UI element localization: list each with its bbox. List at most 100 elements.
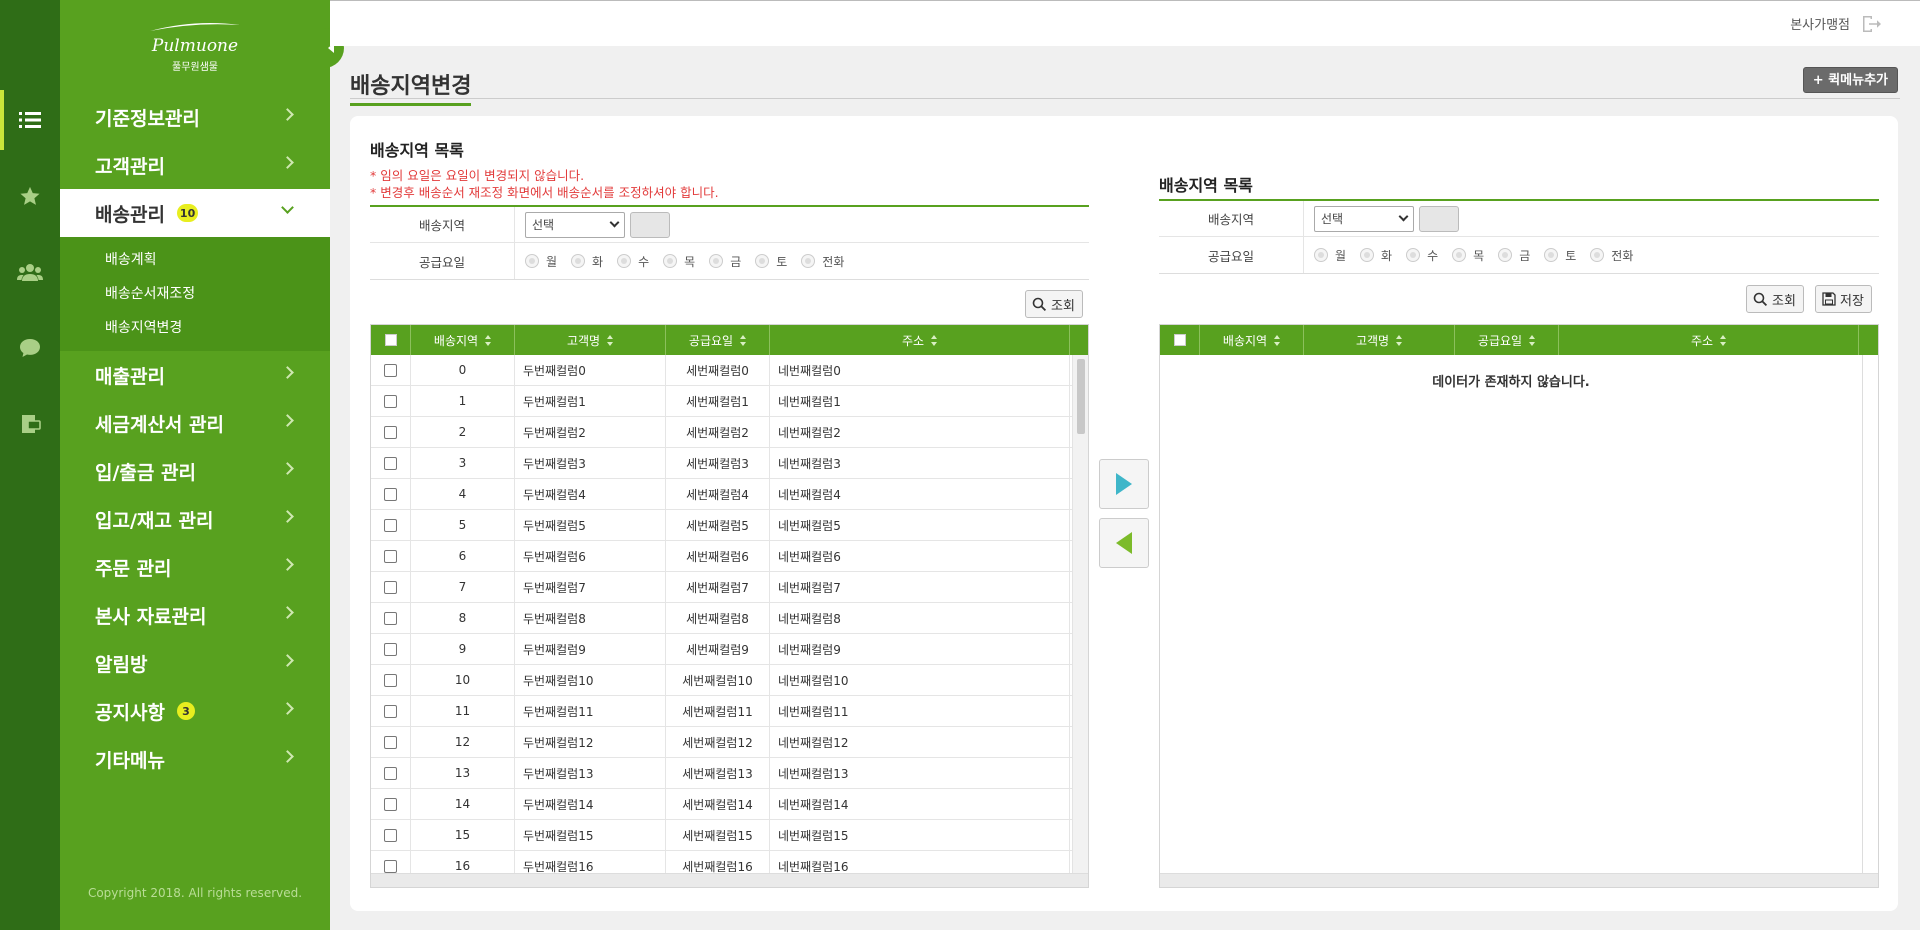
select-all-checkbox[interactable]: [1160, 325, 1200, 355]
radio-fri[interactable]: 금: [709, 253, 741, 270]
table-row[interactable]: 3 두번째컬럼3 세번째컬럼3 네번째컬럼3: [371, 448, 1088, 479]
row-checkbox[interactable]: [371, 355, 411, 385]
radio-wed[interactable]: 수: [617, 253, 649, 270]
row-checkbox[interactable]: [371, 634, 411, 664]
row-checkbox[interactable]: [371, 820, 411, 850]
row-checkbox[interactable]: [371, 696, 411, 726]
submenu-item-delivery-region-change[interactable]: 배송지역변경: [60, 311, 330, 345]
table-row[interactable]: 10 두번째컬럼10 세번째컬럼10 네번째컬럼10: [371, 665, 1088, 696]
menu-item-deposit-withdrawal[interactable]: 입/출금 관리: [60, 447, 330, 495]
radio-sat[interactable]: 토: [1544, 247, 1576, 264]
row-checkbox[interactable]: [371, 665, 411, 695]
horizontal-scrollbar[interactable]: [1160, 873, 1878, 887]
row-checkbox[interactable]: [371, 541, 411, 571]
menu-item-etc[interactable]: 기타메뉴: [60, 735, 330, 783]
checkbox-icon[interactable]: [384, 673, 397, 687]
save-button[interactable]: 저장: [1815, 285, 1872, 313]
checkbox-icon[interactable]: [384, 859, 397, 873]
list-icon[interactable]: [0, 90, 60, 150]
table-row[interactable]: 14 두번째컬럼14 세번째컬럼14 네번째컬럼14: [371, 789, 1088, 820]
row-checkbox[interactable]: [371, 479, 411, 509]
vertical-scrollbar[interactable]: [1862, 355, 1878, 873]
row-checkbox[interactable]: [371, 510, 411, 540]
region-select[interactable]: 선택: [1314, 205, 1414, 232]
star-icon[interactable]: [0, 166, 60, 226]
checkbox-icon[interactable]: [384, 363, 397, 377]
row-checkbox[interactable]: [371, 448, 411, 478]
radio-fri[interactable]: 금: [1498, 247, 1530, 264]
radio-phone[interactable]: 전화: [801, 253, 844, 270]
menu-item-master-data[interactable]: 기준정보관리: [60, 93, 330, 141]
checkbox-icon[interactable]: [384, 828, 397, 842]
column-header-region[interactable]: 배송지역: [411, 325, 515, 355]
table-row[interactable]: 0 두번째컬럼0 세번째컬럼0 네번째컬럼0: [371, 355, 1088, 386]
chat-icon[interactable]: [0, 318, 60, 378]
radio-wed[interactable]: 수: [1406, 247, 1438, 264]
menu-item-notifications[interactable]: 알림방: [60, 639, 330, 687]
column-header-address[interactable]: 주소: [1559, 325, 1859, 355]
table-row[interactable]: 9 두번째컬럼9 세번째컬럼9 네번째컬럼9: [371, 634, 1088, 665]
row-checkbox[interactable]: [371, 758, 411, 788]
submenu-item-delivery-reorder[interactable]: 배송순서재조정: [60, 277, 330, 311]
quick-menu-add-button[interactable]: + 퀵메뉴추가: [1802, 67, 1898, 93]
row-checkbox[interactable]: [371, 386, 411, 416]
move-right-button[interactable]: [1099, 459, 1149, 509]
store-name[interactable]: 본사가맹점: [1790, 14, 1850, 33]
checkbox-icon[interactable]: [384, 704, 397, 718]
table-row[interactable]: 15 두번째컬럼15 세번째컬럼15 네번째컬럼15: [371, 820, 1088, 851]
submenu-item-delivery-plan[interactable]: 배송계획: [60, 243, 330, 277]
column-header-supply-day[interactable]: 공급요일: [1455, 325, 1559, 355]
table-row[interactable]: 2 두번째컬럼2 세번째컬럼2 네번째컬럼2: [371, 417, 1088, 448]
move-left-button[interactable]: [1099, 518, 1149, 568]
checkbox-icon[interactable]: [384, 766, 397, 780]
users-icon[interactable]: [0, 242, 60, 302]
table-row[interactable]: 11 두번째컬럼11 세번째컬럼11 네번째컬럼11: [371, 696, 1088, 727]
radio-phone[interactable]: 전화: [1590, 247, 1633, 264]
row-checkbox[interactable]: [371, 727, 411, 757]
region-code-box[interactable]: [1419, 205, 1459, 232]
menu-item-announcements[interactable]: 공지사항 3: [60, 687, 330, 735]
horizontal-scrollbar[interactable]: [371, 873, 1088, 887]
checkbox-icon[interactable]: [384, 487, 397, 501]
row-checkbox[interactable]: [371, 417, 411, 447]
logout-icon[interactable]: [1860, 13, 1882, 35]
checkbox-icon[interactable]: [384, 518, 397, 532]
checkbox-icon[interactable]: [384, 425, 397, 439]
right-search-button[interactable]: 조회: [1746, 285, 1804, 313]
brand-logo[interactable]: Pulmuone 풀무원샘물: [60, 0, 330, 93]
menu-item-tax-invoice[interactable]: 세금계산서 관리: [60, 399, 330, 447]
menu-item-customers[interactable]: 고객관리: [60, 141, 330, 189]
checkbox-icon[interactable]: [384, 611, 397, 625]
checkbox-icon[interactable]: [384, 549, 397, 563]
row-checkbox[interactable]: [371, 789, 411, 819]
coupon-icon[interactable]: [0, 394, 60, 454]
region-select[interactable]: 선택: [525, 211, 625, 238]
column-header-supply-day[interactable]: 공급요일: [666, 325, 770, 355]
menu-item-delivery[interactable]: 배송관리 10: [60, 189, 330, 237]
row-checkbox[interactable]: [371, 603, 411, 633]
region-code-box[interactable]: [630, 211, 670, 238]
table-row[interactable]: 13 두번째컬럼13 세번째컬럼13 네번째컬럼13: [371, 758, 1088, 789]
column-header-customer[interactable]: 고객명: [1304, 325, 1455, 355]
checkbox-icon[interactable]: [384, 456, 397, 470]
column-header-region[interactable]: 배송지역: [1200, 325, 1304, 355]
radio-thu[interactable]: 목: [663, 253, 695, 270]
table-row[interactable]: 1 두번째컬럼1 세번째컬럼1 네번째컬럼1: [371, 386, 1088, 417]
table-row[interactable]: 4 두번째컬럼4 세번째컬럼4 네번째컬럼4: [371, 479, 1088, 510]
radio-mon[interactable]: 월: [1314, 247, 1346, 264]
radio-sat[interactable]: 토: [755, 253, 787, 270]
menu-item-inventory[interactable]: 입고/재고 관리: [60, 495, 330, 543]
table-row[interactable]: 12 두번째컬럼12 세번째컬럼12 네번째컬럼12: [371, 727, 1088, 758]
table-row[interactable]: 5 두번째컬럼5 세번째컬럼5 네번째컬럼5: [371, 510, 1088, 541]
radio-tue[interactable]: 화: [571, 253, 603, 270]
checkbox-icon[interactable]: [384, 394, 397, 408]
checkbox-icon[interactable]: [384, 797, 397, 811]
left-search-button[interactable]: 조회: [1025, 290, 1083, 318]
row-checkbox[interactable]: [371, 572, 411, 602]
column-header-address[interactable]: 주소: [770, 325, 1070, 355]
menu-item-sales[interactable]: 매출관리: [60, 351, 330, 399]
radio-mon[interactable]: 월: [525, 253, 557, 270]
table-row[interactable]: 8 두번째컬럼8 세번째컬럼8 네번째컬럼8: [371, 603, 1088, 634]
table-row[interactable]: 6 두번째컬럼6 세번째컬럼6 네번째컬럼6: [371, 541, 1088, 572]
radio-tue[interactable]: 화: [1360, 247, 1392, 264]
